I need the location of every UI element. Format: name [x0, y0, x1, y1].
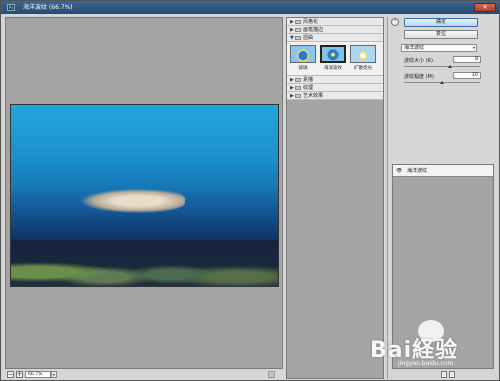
expand-arrow-icon[interactable]: ▶ [290, 92, 294, 100]
expand-arrow-icon[interactable]: ▶ [290, 76, 294, 84]
baidu-jingyan-watermark: Bai経验 jingyan.baidu.com [370, 316, 496, 372]
filter-gallery-window: Ps 海洋波纹 (66.7%) ✕ − + 66.7% ▾ ▶ 风格化 ▶ 画笔… [0, 0, 500, 381]
expand-arrow-icon[interactable]: ▶ [290, 26, 294, 34]
thumbnail-image [350, 45, 376, 63]
zoom-in-button[interactable]: + [16, 371, 23, 378]
reset-button[interactable]: 复位 [404, 30, 478, 39]
category-distort[interactable]: ▼ 扭曲 [287, 34, 383, 42]
ripple-size-slider-handle[interactable] [447, 65, 452, 68]
reef-image-region [11, 240, 278, 286]
expand-arrow-icon[interactable]: ▶ [290, 18, 294, 26]
watermark-url: jingyan.baidu.com [398, 360, 454, 367]
expand-arrow-icon[interactable]: ▶ [290, 84, 294, 92]
ok-button[interactable]: 确定 [404, 18, 478, 27]
resize-grip[interactable] [268, 371, 275, 378]
folder-open-icon [295, 36, 301, 40]
category-sketch[interactable]: ▶ 素描 [287, 76, 383, 84]
title-bar[interactable]: Ps 海洋波纹 (66.7%) ✕ [1, 1, 499, 14]
folder-icon [295, 78, 301, 82]
category-texture[interactable]: ▶ 纹理 [287, 84, 383, 92]
folder-icon [295, 94, 301, 98]
close-button[interactable]: ✕ [474, 3, 496, 12]
collapse-gallery-button[interactable]: ⌃ [391, 18, 399, 26]
preview-image[interactable] [10, 104, 279, 287]
zoom-dropdown-arrow[interactable]: ▾ [51, 371, 57, 378]
new-effect-layer-button[interactable] [441, 371, 447, 378]
zoom-out-button[interactable]: − [7, 371, 14, 378]
folder-icon [295, 86, 301, 90]
category-stylize[interactable]: ▶ 风格化 [287, 18, 383, 26]
photoshop-icon: Ps [7, 4, 15, 11]
preview-pane[interactable] [5, 17, 283, 369]
effect-layer-row[interactable]: 👁 海洋波纹 [393, 165, 493, 177]
ripple-size-label: 波纹大小 (R) [404, 58, 433, 64]
ripple-magnitude-input[interactable]: 10 [453, 72, 481, 79]
thumb-diffuse-glow[interactable]: 扩散亮光 [350, 45, 376, 75]
ripple-magnitude-label: 波纹幅度 (M) [404, 74, 434, 80]
ripple-magnitude-slider-handle[interactable] [440, 81, 444, 84]
collapse-arrow-icon[interactable]: ▼ [290, 34, 294, 42]
effect-layer-name: 海洋波纹 [407, 168, 428, 174]
chevron-down-icon: ▾ [472, 45, 475, 50]
category-brush-strokes[interactable]: ▶ 画笔描边 [287, 26, 383, 34]
ripple-size-slider[interactable] [404, 66, 480, 67]
zoom-bar: − + 66.7% ▾ [5, 370, 283, 379]
filter-category-list: ▶ 风格化 ▶ 画笔描边 ▼ 扭曲 玻璃 海洋波纹 扩散亮光 ▶ 素描 ▶ 纹理… [287, 18, 383, 100]
thumbnail-image [290, 45, 316, 63]
shark-image-region [81, 189, 185, 213]
folder-icon [295, 28, 301, 32]
filter-select[interactable]: 海洋波纹 ▾ [401, 44, 477, 52]
zoom-level-field[interactable]: 66.7% [25, 371, 51, 378]
window-title: 海洋波纹 (66.7%) [23, 4, 73, 11]
folder-icon [295, 20, 301, 24]
ripple-size-input[interactable]: 9 [453, 56, 481, 63]
eye-icon[interactable]: 👁 [396, 168, 402, 174]
thumb-ocean-ripple[interactable]: 海洋波纹 [320, 45, 346, 75]
delete-effect-layer-button[interactable] [449, 371, 455, 378]
thumb-glass[interactable]: 玻璃 [290, 45, 316, 75]
distort-thumbnails: 玻璃 海洋波纹 扩散亮光 [287, 42, 383, 76]
category-artistic[interactable]: ▶ 艺术效果 [287, 92, 383, 100]
thumbnail-image [320, 45, 346, 63]
